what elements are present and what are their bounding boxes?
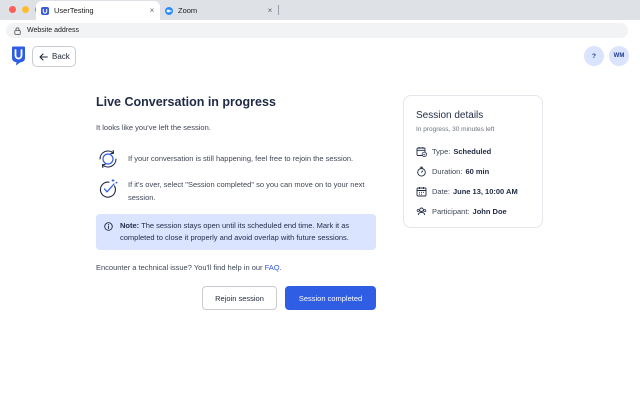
step-rejoin: If your conversation is still happening,…: [96, 147, 378, 171]
detail-participant: Participant: John Doe: [416, 206, 507, 217]
detail-participant-label: Participant:: [432, 207, 470, 216]
url-field[interactable]: Website address: [6, 23, 628, 38]
detail-duration-label: Duration:: [432, 167, 463, 176]
url-text: Website address: [27, 27, 80, 34]
arrow-left-icon: [39, 52, 48, 61]
step-complete-text: If it's over, select "Session completed"…: [128, 180, 365, 202]
faq-prefix: Encounter a technical issue? You'll find…: [96, 263, 265, 272]
detail-date-label: Date:: [432, 187, 450, 196]
help-button[interactable]: ?: [584, 46, 604, 66]
card-subtitle: In progress, 30 minutes left: [416, 126, 495, 133]
detail-duration-value: 60 min: [465, 167, 490, 176]
back-button[interactable]: Back: [32, 46, 76, 67]
zoom-favicon-icon: [165, 6, 173, 15]
minimize-window-button[interactable]: [22, 6, 29, 13]
note-box: Note: The session stays open until its s…: [96, 214, 376, 250]
page-title: Live Conversation in progress: [96, 95, 276, 109]
info-icon: [104, 222, 113, 235]
card-title: Session details: [416, 110, 484, 121]
tab-title: UserTesting: [54, 6, 94, 15]
faq-line: Encounter a technical issue? You'll find…: [96, 263, 282, 272]
faq-link[interactable]: FAQ: [265, 263, 280, 272]
back-label: Back: [52, 52, 70, 61]
close-window-button[interactable]: [9, 6, 16, 13]
lock-icon: [14, 26, 21, 35]
tab-usertesting[interactable]: UserTesting ×: [36, 1, 160, 20]
usertesting-favicon-icon: [41, 6, 49, 15]
calendar-check-icon: [416, 146, 427, 157]
usertesting-logo-icon[interactable]: [11, 46, 26, 71]
detail-date-value: June 13, 10:00 AM: [452, 187, 518, 196]
tab-title: Zoom: [178, 6, 198, 15]
tab-divider: [278, 5, 279, 15]
stopwatch-icon: [416, 166, 427, 177]
avatar[interactable]: WM: [609, 46, 629, 66]
completed-check-icon: [96, 177, 120, 201]
detail-duration: Duration: 60 min: [416, 166, 489, 177]
detail-type-label: Type:: [432, 147, 451, 156]
faq-suffix: .: [279, 263, 282, 272]
step-rejoin-text: If your conversation is still happening,…: [128, 154, 354, 163]
detail-type-value: Scheduled: [453, 147, 492, 156]
session-completed-button[interactable]: Session completed: [285, 286, 376, 310]
rejoin-icon: [96, 147, 120, 171]
intro-text: It looks like you've left the session.: [96, 123, 211, 132]
browser-tab-bar: UserTesting × Zoom ×: [0, 0, 640, 20]
note-label: Note:: [120, 221, 140, 230]
participant-icon: [416, 206, 427, 217]
step-complete: If it's over, select "Session completed"…: [96, 177, 378, 204]
detail-type: Type: Scheduled: [416, 146, 491, 157]
session-details-card: Session details In progress, 30 minutes …: [403, 95, 543, 228]
detail-date: Date: June 13, 10:00 AM: [416, 186, 518, 197]
tab-close-icon[interactable]: ×: [265, 6, 275, 15]
rejoin-session-button[interactable]: Rejoin session: [202, 286, 277, 310]
address-bar: Website address: [0, 20, 640, 40]
calendar-icon: [416, 186, 427, 197]
detail-participant-value: John Doe: [472, 207, 507, 216]
note-text: The session stays open until its schedul…: [120, 221, 350, 242]
tab-close-icon[interactable]: ×: [147, 6, 157, 15]
tab-zoom[interactable]: Zoom ×: [160, 1, 278, 20]
